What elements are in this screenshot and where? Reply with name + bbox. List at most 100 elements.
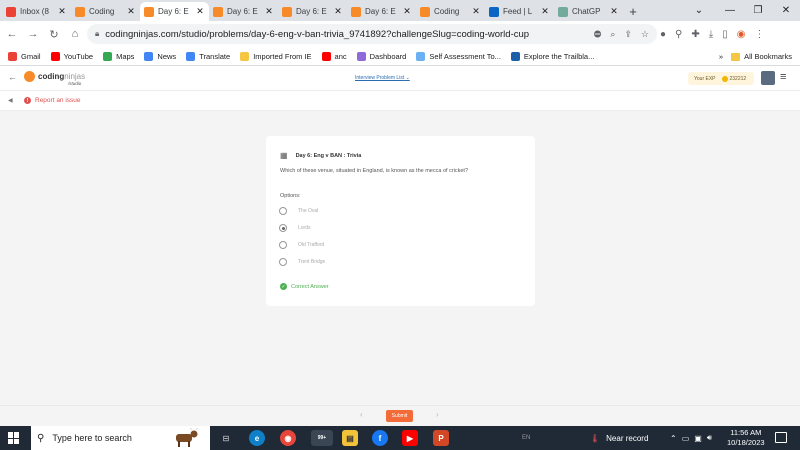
submit-button[interactable]: Submit <box>386 410 413 422</box>
bookmark-item[interactable]: Maps <box>103 51 135 61</box>
close-tab-icon[interactable]: ✕ <box>609 6 619 17</box>
clock[interactable]: 11:56 AM 10/18/2023 <box>727 428 765 448</box>
close-tab-icon[interactable]: ✕ <box>471 6 481 17</box>
browser-tab[interactable]: Coding ✕ <box>71 2 140 21</box>
windows-start-icon[interactable] <box>8 432 20 444</box>
reload-icon[interactable]: ↻ <box>45 25 63 43</box>
bookmark-label: anc <box>334 51 347 61</box>
home-icon[interactable]: ⌂ <box>66 25 84 43</box>
codingninjas-icon <box>420 6 430 17</box>
browser-tab[interactable]: Inbox (8 ✕ <box>2 2 71 21</box>
bookmark-item[interactable]: Translate <box>186 51 230 61</box>
bookmark-item[interactable]: Gmail <box>8 51 41 61</box>
problem-subbar: ◀ ! Report an issue <box>0 92 800 111</box>
close-tab-icon[interactable]: ✕ <box>126 6 136 17</box>
bookmark-item[interactable]: Imported From IE <box>240 51 312 61</box>
side-panel-icon[interactable]: ▯ <box>722 29 728 40</box>
bookmark-label: Maps <box>116 51 135 61</box>
forward-icon[interactable]: → <box>24 25 42 43</box>
bookmark-favicon-icon <box>144 51 154 61</box>
bookmark-item[interactable]: Self Assessment To... <box>416 51 501 61</box>
display-icon[interactable]: ▣ <box>694 434 702 443</box>
bookmark-item[interactable]: Explore the Trailbla... <box>510 51 594 61</box>
radio-button[interactable] <box>279 241 287 249</box>
avatar[interactable] <box>761 71 775 85</box>
option-row[interactable]: The Oval <box>279 207 318 215</box>
edge-icon[interactable]: e <box>249 430 265 446</box>
back-arrow-icon[interactable]: ← <box>8 72 17 82</box>
option-row[interactable]: Lords <box>279 224 311 232</box>
radio-button[interactable] <box>279 207 287 215</box>
minimize-button[interactable]: — <box>716 0 744 21</box>
site-info-icon[interactable]: 🔒︎ <box>95 29 99 39</box>
close-window-button[interactable]: ✕ <box>772 0 800 21</box>
extensions-puzzle-icon[interactable]: ✚ <box>691 29 699 40</box>
address-bar[interactable]: 🔒︎ codingninjas.com/studio/problems/day-… <box>87 24 657 44</box>
extension-icon[interactable]: ● <box>660 29 666 40</box>
report-issue-link[interactable]: ! Report an issue <box>24 97 81 104</box>
browser-tab[interactable]: Day 6: E ✕ <box>209 2 278 21</box>
close-tab-icon[interactable]: ✕ <box>333 6 343 17</box>
tab-title: Coding <box>434 7 460 16</box>
close-tab-icon[interactable]: ✕ <box>57 6 67 17</box>
bookmark-item[interactable]: anc <box>321 51 347 61</box>
extension-icon[interactable]: ⚲ <box>675 29 682 40</box>
previous-button[interactable]: ‹ <box>360 410 363 419</box>
volume-icon[interactable]: 🔊︎ <box>707 433 712 443</box>
network-icon[interactable]: ▭ <box>682 434 690 443</box>
radio-button[interactable] <box>279 224 287 232</box>
close-tab-icon[interactable]: ✕ <box>195 6 205 17</box>
restore-button[interactable]: ❐ <box>744 0 772 21</box>
bookmark-item[interactable]: YouTube <box>50 51 93 61</box>
all-bookmarks-button[interactable]: All Bookmarks <box>731 52 792 61</box>
browser-tab[interactable]: Day 6: E ✕ <box>140 2 209 21</box>
bookmark-star-icon[interactable]: ☆ <box>641 29 649 40</box>
chatgpt-icon <box>558 6 568 17</box>
profile-avatar-icon[interactable]: ◉ <box>737 29 746 40</box>
radio-button[interactable] <box>279 258 287 266</box>
browser-tab[interactable]: Feed | L ✕ <box>485 2 554 21</box>
close-tab-icon[interactable]: ✕ <box>402 6 412 17</box>
new-tab-button[interactable]: + <box>623 2 643 21</box>
blocked-popup-icon[interactable]: ⛔︎ <box>594 29 602 40</box>
facebook-icon[interactable]: f <box>372 430 388 446</box>
browser-tab[interactable]: Coding ✕ <box>416 2 485 21</box>
download-icon[interactable]: ⤓ <box>709 29 713 40</box>
language-indicator[interactable]: EN <box>522 426 530 450</box>
result-label: Correct Answer <box>291 283 329 290</box>
next-button[interactable]: › <box>436 410 439 419</box>
task-view-icon[interactable]: ⊟ <box>218 430 234 446</box>
option-row[interactable]: Old Trafford <box>279 241 324 249</box>
mail-badge-icon[interactable]: 99+ <box>311 430 333 446</box>
hamburger-menu-icon[interactable]: ≡ <box>780 71 786 83</box>
alert-icon: ! <box>24 97 31 104</box>
close-tab-icon[interactable]: ✕ <box>264 6 274 17</box>
codingninjas-logo[interactable]: codingninjas /studio <box>24 71 85 86</box>
close-tab-icon[interactable]: ✕ <box>540 6 550 17</box>
powerpoint-icon[interactable]: P <box>433 430 449 446</box>
youtube-icon[interactable]: ▶ <box>402 430 418 446</box>
exp-badge[interactable]: Your EXP 232212 <box>688 72 754 85</box>
browser-tab[interactable]: ChatGP ✕ <box>554 2 623 21</box>
tab-search-icon[interactable]: ⌄ <box>685 0 713 21</box>
bookmark-favicon-icon <box>186 51 196 61</box>
interview-problem-list-link[interactable]: Interview Problem List ⌄ <box>355 75 410 81</box>
collapse-icon[interactable]: ◀ <box>8 97 13 104</box>
share-icon[interactable]: ⇪ <box>624 29 632 40</box>
browser-tab[interactable]: Day 6: E ✕ <box>347 2 416 21</box>
menu-kebab-icon[interactable]: ⋮ <box>754 29 764 40</box>
chevron-up-icon[interactable]: ⌃ <box>670 434 677 443</box>
back-icon[interactable]: ← <box>3 25 21 43</box>
bookmark-item[interactable]: News <box>144 51 177 61</box>
weather-widget[interactable]: 🌡︎ Near record <box>590 426 648 450</box>
zoom-icon[interactable]: ⌕ <box>610 29 615 40</box>
bookmarks-overflow-button[interactable]: » <box>719 52 723 61</box>
browser-tab[interactable]: Day 6: E ✕ <box>278 2 347 21</box>
notification-icon[interactable] <box>775 432 787 443</box>
bookmark-item[interactable]: Dashboard <box>356 51 406 61</box>
weather-text: Near record <box>606 433 649 443</box>
file-explorer-icon[interactable]: ▤ <box>342 430 358 446</box>
option-row[interactable]: Trent Bridge <box>279 258 325 266</box>
chrome-icon[interactable]: ◉ <box>280 430 296 446</box>
bookmark-label: News <box>157 51 177 61</box>
